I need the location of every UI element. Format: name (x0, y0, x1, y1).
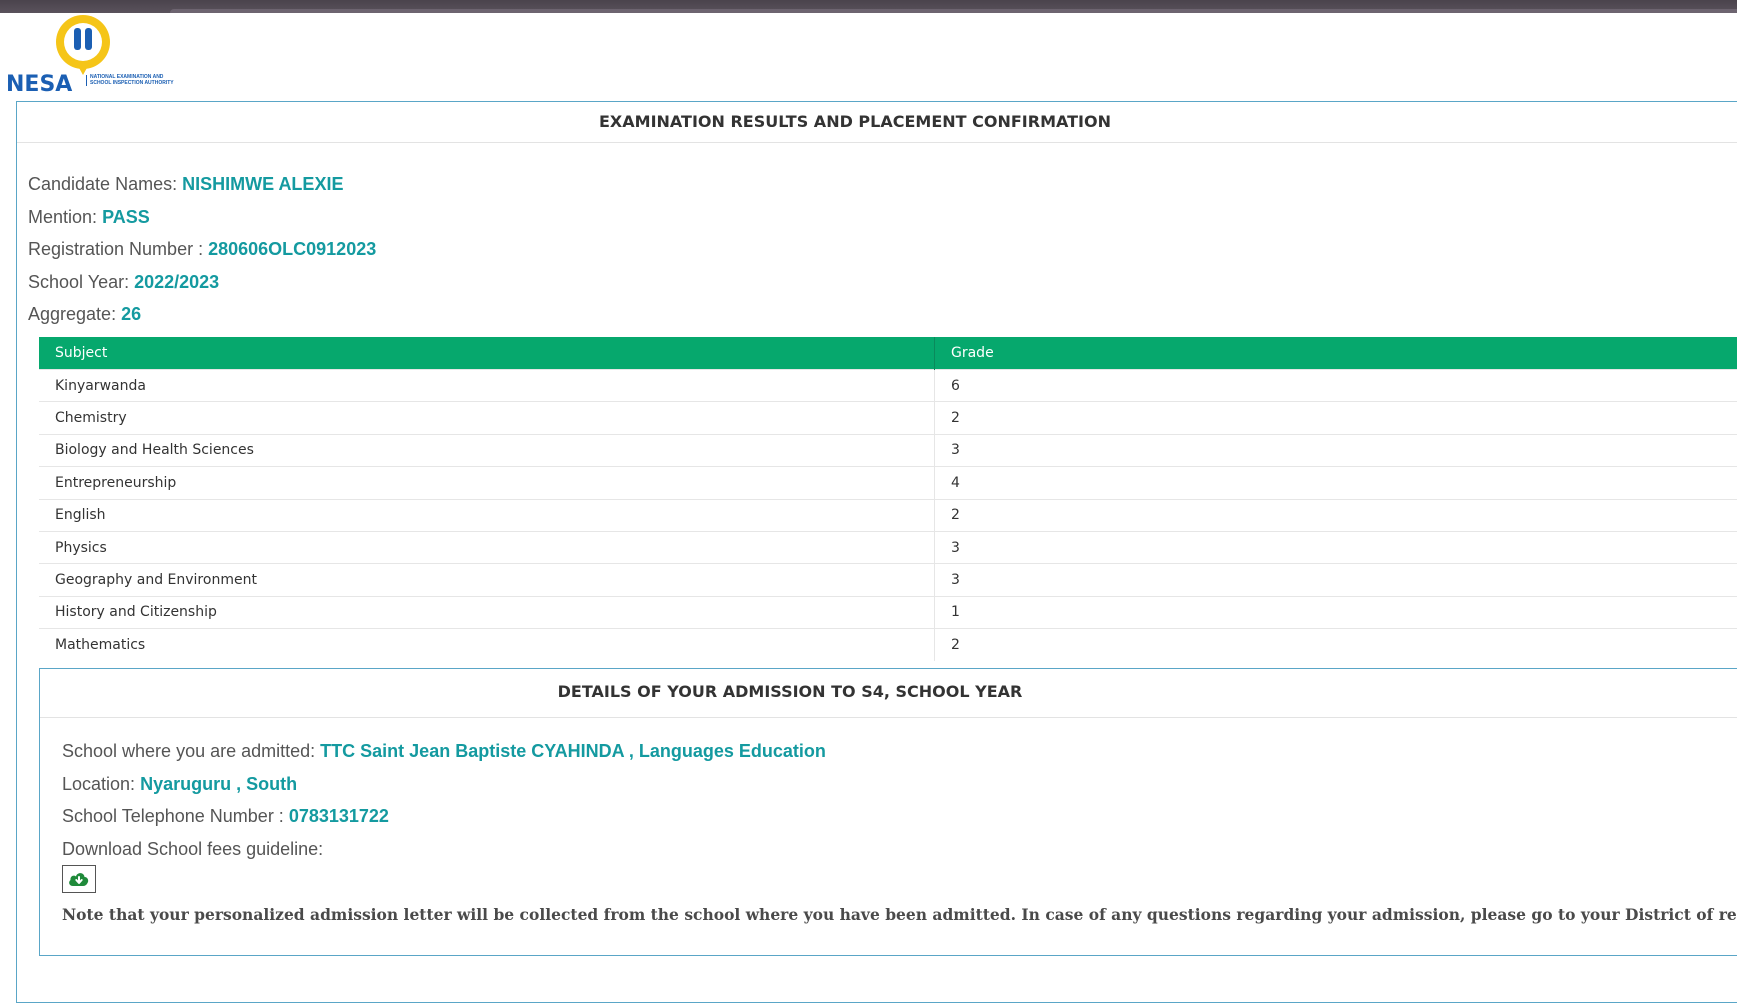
grade-column-header: Grade (935, 337, 1737, 370)
candidate-info: Candidate Names: NISHIMWE ALEXIE Mention… (28, 172, 376, 335)
school-phone-label: School Telephone Number : (62, 806, 284, 826)
results-table: Subject Grade Kinyarwanda6Chemistry2Biol… (39, 337, 1737, 661)
candidate-names-row: Candidate Names: NISHIMWE ALEXIE (28, 172, 376, 205)
mention-label: Mention: (28, 207, 97, 227)
admitted-school-label: School where you are admitted: (62, 741, 315, 761)
admission-panel-title: DETAILS OF YOUR ADMISSION TO S4, SCHOOL … (40, 669, 1737, 718)
table-row: Chemistry2 (39, 402, 1737, 434)
table-row: English2 (39, 499, 1737, 531)
table-row: Geography and Environment3 (39, 564, 1737, 596)
aggregate-row: Aggregate: 26 (28, 302, 376, 335)
grade-cell: 1 (935, 596, 1737, 628)
cloud-download-icon (68, 870, 90, 888)
location-value: Nyaruguru , South (140, 774, 297, 794)
registration-row: Registration Number : 280606OLC0912023 (28, 237, 376, 270)
results-panel-title: EXAMINATION RESULTS AND PLACEMENT CONFIR… (17, 102, 1737, 143)
subject-cell: English (39, 499, 935, 531)
results-panel: EXAMINATION RESULTS AND PLACEMENT CONFIR… (16, 101, 1737, 1003)
grade-cell: 3 (935, 564, 1737, 596)
subject-cell: Physics (39, 531, 935, 563)
table-row: Biology and Health Sciences3 (39, 434, 1737, 466)
admitted-school-value: TTC Saint Jean Baptiste CYAHINDA , Langu… (320, 741, 826, 761)
school-phone-row: School Telephone Number : 0783131722 (62, 804, 826, 837)
nesa-wordmark: NESA (6, 72, 72, 97)
subject-cell: History and Citizenship (39, 596, 935, 628)
registration-value: 280606OLC0912023 (208, 239, 376, 259)
registration-label: Registration Number : (28, 239, 203, 259)
fees-guideline-label: Download School fees guideline: (62, 839, 323, 859)
admission-info: School where you are admitted: TTC Saint… (62, 739, 826, 869)
grade-cell: 2 (935, 499, 1737, 531)
table-row: History and Citizenship1 (39, 596, 1737, 628)
mention-row: Mention: PASS (28, 205, 376, 238)
subject-cell: Biology and Health Sciences (39, 434, 935, 466)
grade-cell: 6 (935, 370, 1737, 402)
nesa-emblem-icon (48, 14, 118, 76)
fees-guideline-row: Download School fees guideline: (62, 837, 826, 870)
subject-column-header: Subject (39, 337, 935, 370)
aggregate-value: 26 (121, 304, 141, 324)
subject-cell: Chemistry (39, 402, 935, 434)
school-year-label: School Year: (28, 272, 129, 292)
grade-cell: 2 (935, 402, 1737, 434)
download-fees-guideline-button[interactable] (62, 865, 96, 893)
table-row: Mathematics2 (39, 629, 1737, 661)
subject-cell: Entrepreneurship (39, 467, 935, 499)
candidate-names-value: NISHIMWE ALEXIE (182, 174, 343, 194)
browser-top-strip (0, 0, 1737, 13)
subject-cell: Mathematics (39, 629, 935, 661)
nesa-tagline: National Examination and School Inspecti… (86, 75, 180, 86)
candidate-names-label: Candidate Names: (28, 174, 177, 194)
subject-cell: Kinyarwanda (39, 370, 935, 402)
school-year-value: 2022/2023 (134, 272, 219, 292)
school-year-row: School Year: 2022/2023 (28, 270, 376, 303)
location-row: Location: Nyaruguru , South (62, 772, 826, 805)
grade-cell: 3 (935, 434, 1737, 466)
mention-value: PASS (102, 207, 150, 227)
admission-note: Note that your personalized admission le… (62, 905, 1737, 924)
grade-cell: 2 (935, 629, 1737, 661)
nesa-logo: NESA National Examination and School Ins… (4, 14, 176, 94)
table-row: Physics3 (39, 531, 1737, 563)
aggregate-label: Aggregate: (28, 304, 116, 324)
admission-panel: DETAILS OF YOUR ADMISSION TO S4, SCHOOL … (39, 668, 1737, 956)
location-label: Location: (62, 774, 135, 794)
grade-cell: 4 (935, 467, 1737, 499)
admitted-school-row: School where you are admitted: TTC Saint… (62, 739, 826, 772)
results-table-body: Kinyarwanda6Chemistry2Biology and Health… (39, 370, 1737, 661)
grade-cell: 3 (935, 531, 1737, 563)
school-phone-value: 0783131722 (289, 806, 389, 826)
table-row: Kinyarwanda6 (39, 370, 1737, 402)
table-row: Entrepreneurship4 (39, 467, 1737, 499)
results-table-header: Subject Grade (39, 337, 1737, 370)
subject-cell: Geography and Environment (39, 564, 935, 596)
